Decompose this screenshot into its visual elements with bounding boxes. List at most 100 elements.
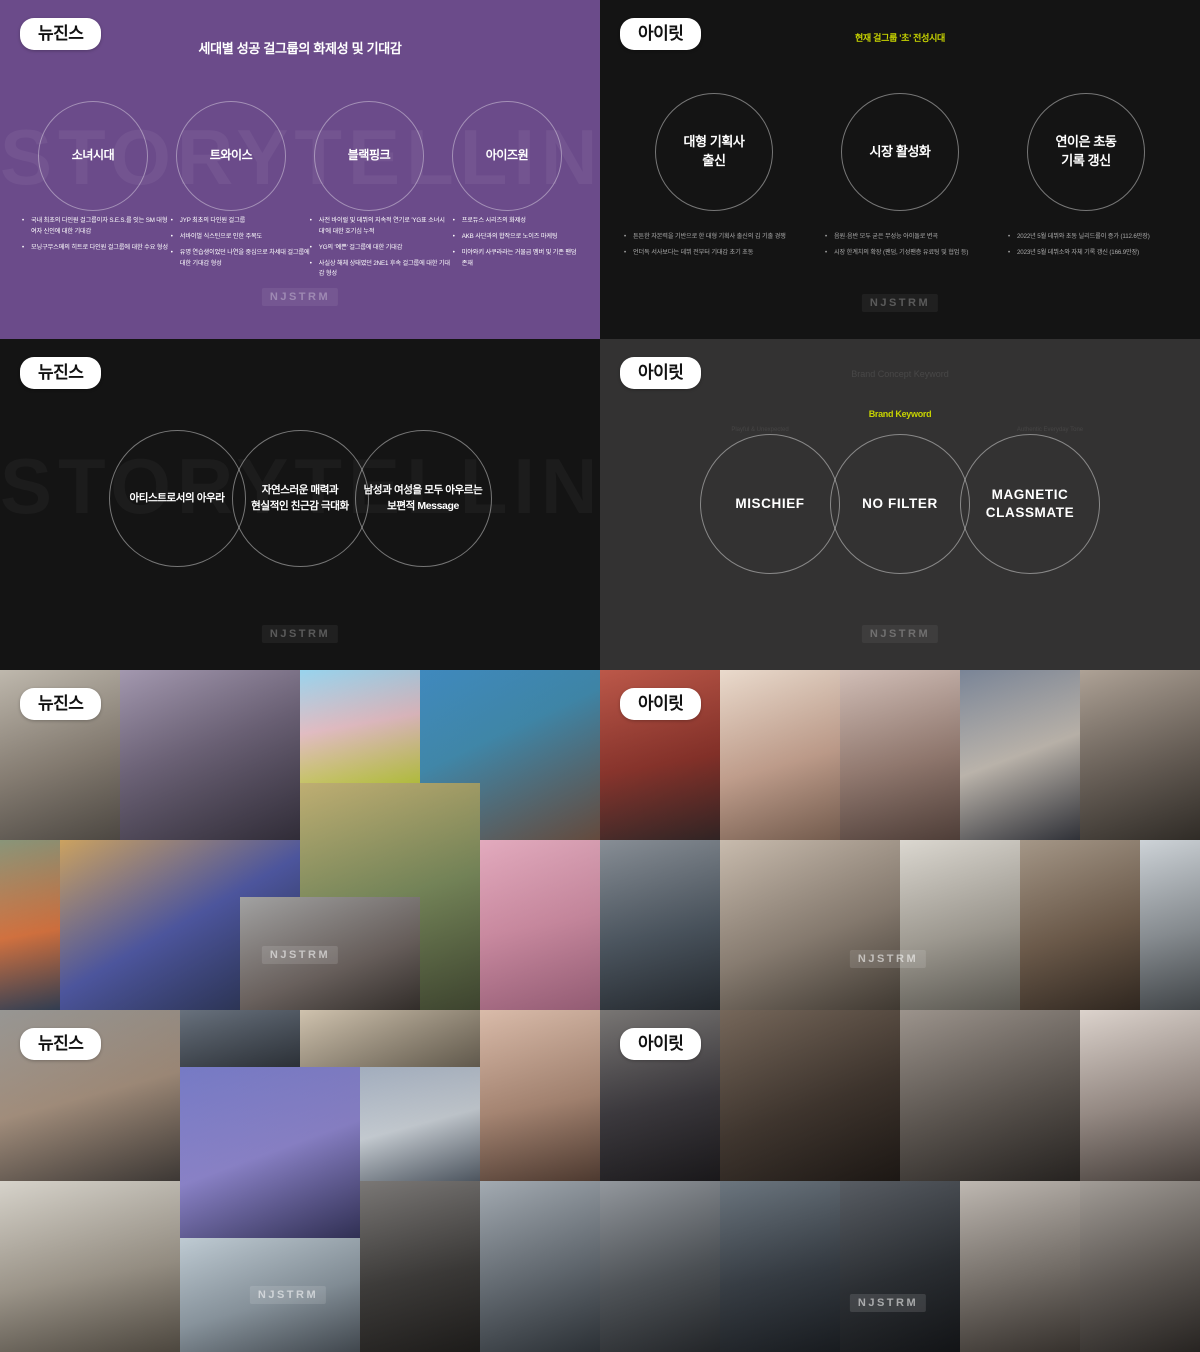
panel-current-market: 아이릿 현재 걸그룹 '초' 전성시대 대형 기획사 출신 시장 활성화 연이은… xyxy=(600,0,1200,339)
circle-label: 아이즈원 xyxy=(485,148,529,163)
bullet-item: 사실상 해체 상태였던 2NE1 후속 걸그룹에 대한 기대감 형성 xyxy=(310,259,453,281)
njstrm-watermark: NJSTRM xyxy=(861,625,939,643)
bullet-item: 2023년 5월 데뷔소와 자체 기록 갱신 (166.9만장) xyxy=(1008,248,1180,259)
photo-tile[interactable] xyxy=(300,670,420,784)
njstrm-watermark: NJSTRM xyxy=(849,950,927,968)
slide-board: STORYTELLING 뉴진스 세대별 성공 걸그룹의 화제성 및 기대감 소… xyxy=(0,0,1200,1352)
circle-label: 아티스트로서의 아우라 xyxy=(129,491,225,504)
panel-newjeans-positioning: STORYTELLING 뉴진스 아티스트로서의 아우라 자연스러운 매력과 현… xyxy=(0,339,600,670)
njstrm-watermark: NJSTRM xyxy=(261,946,339,964)
photo-tile[interactable] xyxy=(600,840,720,1010)
photo-tile[interactable] xyxy=(600,1181,720,1352)
bullet-item: 시장 한계치의 확장 (팬덤, 기성팬층 유료팅 및 협업 등) xyxy=(825,248,997,259)
panel-badge-newjeans[interactable]: 뉴진스 xyxy=(20,18,102,50)
panel-badge-illit[interactable]: 아이릿 xyxy=(620,357,702,389)
bullet-item: 모닝구무스메의 히트로 다인원 걸그룹에 대한 수요 형성 xyxy=(22,243,171,254)
bullet-item: YG의 '예쁜' 걸그룹에 대한 기대감 xyxy=(310,243,453,254)
panel-newjeans-moodboard-1: 뉴진스 NJSTRM xyxy=(0,670,600,1010)
circle-row: MISCHIEF NO FILTER MAGNETIC CLASSMATE xyxy=(600,434,1200,574)
circle-label: NO FILTER xyxy=(862,495,938,511)
panel-badge-illit[interactable]: 아이릿 xyxy=(620,1028,702,1060)
bullet-group-izone: 프로듀스 시리즈의 화제성 AKB 사단과의 합작으로 노이즈 마케팅 미야와키… xyxy=(453,216,578,285)
circle-label: 자연스러운 매력과 현실적인 친근감 극대화 xyxy=(251,484,349,512)
circle-row: 소녀시대 트와이스 블랙핑크 아이즈원 xyxy=(0,101,600,211)
njstrm-watermark: NJSTRM xyxy=(249,1286,327,1304)
photo-tile[interactable] xyxy=(480,1181,600,1352)
photo-tile[interactable] xyxy=(960,670,1080,840)
faint-subcaption: Authentic Everyday Tone xyxy=(1016,427,1084,433)
circle-izone[interactable]: 아이즈원 xyxy=(452,101,562,211)
bullet-item: 음원·음반 모두 굳은 무성능 아이돌로 변곡 xyxy=(825,232,997,243)
circle-universal-message[interactable]: 남성과 여성을 모두 아우르는 보편적 Message xyxy=(354,430,492,567)
circle-twice[interactable]: 트와이스 xyxy=(176,101,286,211)
circle-label: 트와이스 xyxy=(209,148,253,163)
circle-market-growth[interactable]: 시장 활성화 xyxy=(841,93,959,211)
bullet-item: 서바이벌 식스틴으로 인한 주목도 xyxy=(171,232,310,243)
bullet-group-big-agency: 튼튼한 자본력을 기반으로 한 대형 기획사 출신의 김 기출 경쟁 언더독 서… xyxy=(624,232,814,264)
panel-badge-illit[interactable]: 아이릿 xyxy=(620,688,702,720)
bullet-item: 유명 연습생이었던 나연을 중심으로 차세대 걸그룹에 대한 기대감 형성 xyxy=(171,248,310,270)
circle-artist-aura[interactable]: 아티스트로서의 아우라 xyxy=(108,430,246,567)
circle-row: 아티스트로서의 아우라 자연스러운 매력과 현실적인 친근감 극대화 남성과 여… xyxy=(0,430,600,567)
photo-tile[interactable] xyxy=(180,1067,360,1238)
photo-tile[interactable] xyxy=(720,840,900,1010)
njstrm-watermark: NJSTRM xyxy=(849,1294,927,1312)
photo-tile[interactable] xyxy=(120,670,300,840)
circle-mischief[interactable]: MISCHIEF xyxy=(700,434,840,574)
photo-tile[interactable] xyxy=(480,1010,600,1181)
panel-badge-newjeans[interactable]: 뉴진스 xyxy=(20,688,102,720)
photo-tile[interactable] xyxy=(960,1181,1080,1352)
bullet-item: 프로듀스 시리즈의 화제성 xyxy=(453,216,578,227)
circle-label: 대형 기획사 출신 xyxy=(683,134,745,168)
panel-newjeans-moodboard-2: 뉴진스 NJSTRM xyxy=(0,1010,600,1352)
circle-blackpink[interactable]: 블랙핑크 xyxy=(314,101,424,211)
photo-tile[interactable] xyxy=(360,1067,480,1181)
photo-tile[interactable] xyxy=(1020,840,1140,1010)
photo-tile[interactable] xyxy=(360,1181,480,1352)
photo-tile[interactable] xyxy=(0,1181,180,1352)
bullet-group-gg: 국내 최초의 다인원 걸그룹이자 S.E.S.를 잇는 SM 대형 여자 신인에… xyxy=(22,216,171,285)
panel-badge-newjeans[interactable]: 뉴진스 xyxy=(20,357,102,389)
bullet-item: 언더독 서사보다는 데뷔 전부터 기대감 초기 초동 xyxy=(624,248,814,259)
bullet-group-blackpink: 사전 바이럴 및 데뷔의 지속적 연기로 'YG표 소녀시대'에 대한 호기심 … xyxy=(310,216,453,285)
panel-illit-moodboard-1: 아이릿 NJSTRM xyxy=(600,670,1200,1010)
photo-tile[interactable] xyxy=(720,670,840,840)
photo-tile[interactable] xyxy=(840,1181,960,1352)
circle-no-filter[interactable]: NO FILTER xyxy=(830,434,970,574)
bullet-row: 튼튼한 자본력을 기반으로 한 대형 기획사 출신의 김 기출 경쟁 언더독 서… xyxy=(624,232,1180,264)
photo-tile[interactable] xyxy=(0,840,60,1010)
circle-row: 대형 기획사 출신 시장 활성화 연이은 초동 기록 갱신 xyxy=(600,93,1200,211)
panel-illit-brand-keyword: 아이릿 Brand Concept Keyword Brand Keyword … xyxy=(600,339,1200,670)
bullet-item: 사전 바이럴 및 데뷔의 지속적 연기로 'YG표 소녀시대'에 대한 호기심 … xyxy=(310,216,453,238)
photo-tile[interactable] xyxy=(1080,670,1200,840)
circle-magnetic-classmate[interactable]: MAGNETIC CLASSMATE xyxy=(960,434,1100,574)
photo-tile[interactable] xyxy=(840,670,960,840)
circle-big-agency[interactable]: 대형 기획사 출신 xyxy=(655,93,773,211)
photo-tile[interactable] xyxy=(1080,1181,1200,1352)
photo-tile[interactable] xyxy=(480,840,600,1010)
njstrm-watermark: NJSTRM xyxy=(261,288,339,306)
photo-tile[interactable] xyxy=(720,1010,900,1181)
circle-record-renewal[interactable]: 연이은 초동 기록 갱신 xyxy=(1027,93,1145,211)
bullet-item: 국내 최초의 다인원 걸그룹이자 S.E.S.를 잇는 SM 대형 여자 신인에… xyxy=(22,216,171,238)
bullet-group-market-growth: 음원·음반 모두 굳은 무성능 아이돌로 변곡 시장 한계치의 확장 (팬덤, … xyxy=(825,232,997,264)
njstrm-watermark: NJSTRM xyxy=(261,625,339,643)
njstrm-watermark: NJSTRM xyxy=(861,294,939,312)
faint-subcaption: Playful & Unexpected xyxy=(731,427,789,433)
photo-tile[interactable] xyxy=(900,1010,1080,1181)
circle-natural-charm[interactable]: 자연스러운 매력과 현실적인 친근감 극대화 xyxy=(231,430,369,567)
bullet-item: 2022년 5월 데뷔와 초동 닐리드롤이 증가 (112.6만장) xyxy=(1008,232,1180,243)
photo-tile[interactable] xyxy=(1080,1010,1200,1181)
circle-label: MISCHIEF xyxy=(735,495,805,511)
section-label: Brand Keyword xyxy=(868,409,932,419)
bullet-group-twice: JYP 최초의 다인원 걸그룹 서바이벌 식스틴으로 인한 주목도 유명 연습생… xyxy=(171,216,310,285)
panel-badge-illit[interactable]: 아이릿 xyxy=(620,18,702,50)
circle-label: MAGNETIC CLASSMATE xyxy=(985,486,1075,520)
photo-tile[interactable] xyxy=(720,1181,840,1352)
photo-tile[interactable] xyxy=(1140,840,1200,1010)
panel-illit-moodboard-2: 아이릿 NJSTRM xyxy=(600,1010,1200,1352)
panel-badge-newjeans[interactable]: 뉴진스 xyxy=(20,1028,102,1060)
circle-gg[interactable]: 소녀시대 xyxy=(38,101,148,211)
circle-label: 연이은 초동 기록 갱신 xyxy=(1055,134,1117,168)
photo-tile[interactable] xyxy=(900,840,1020,1010)
